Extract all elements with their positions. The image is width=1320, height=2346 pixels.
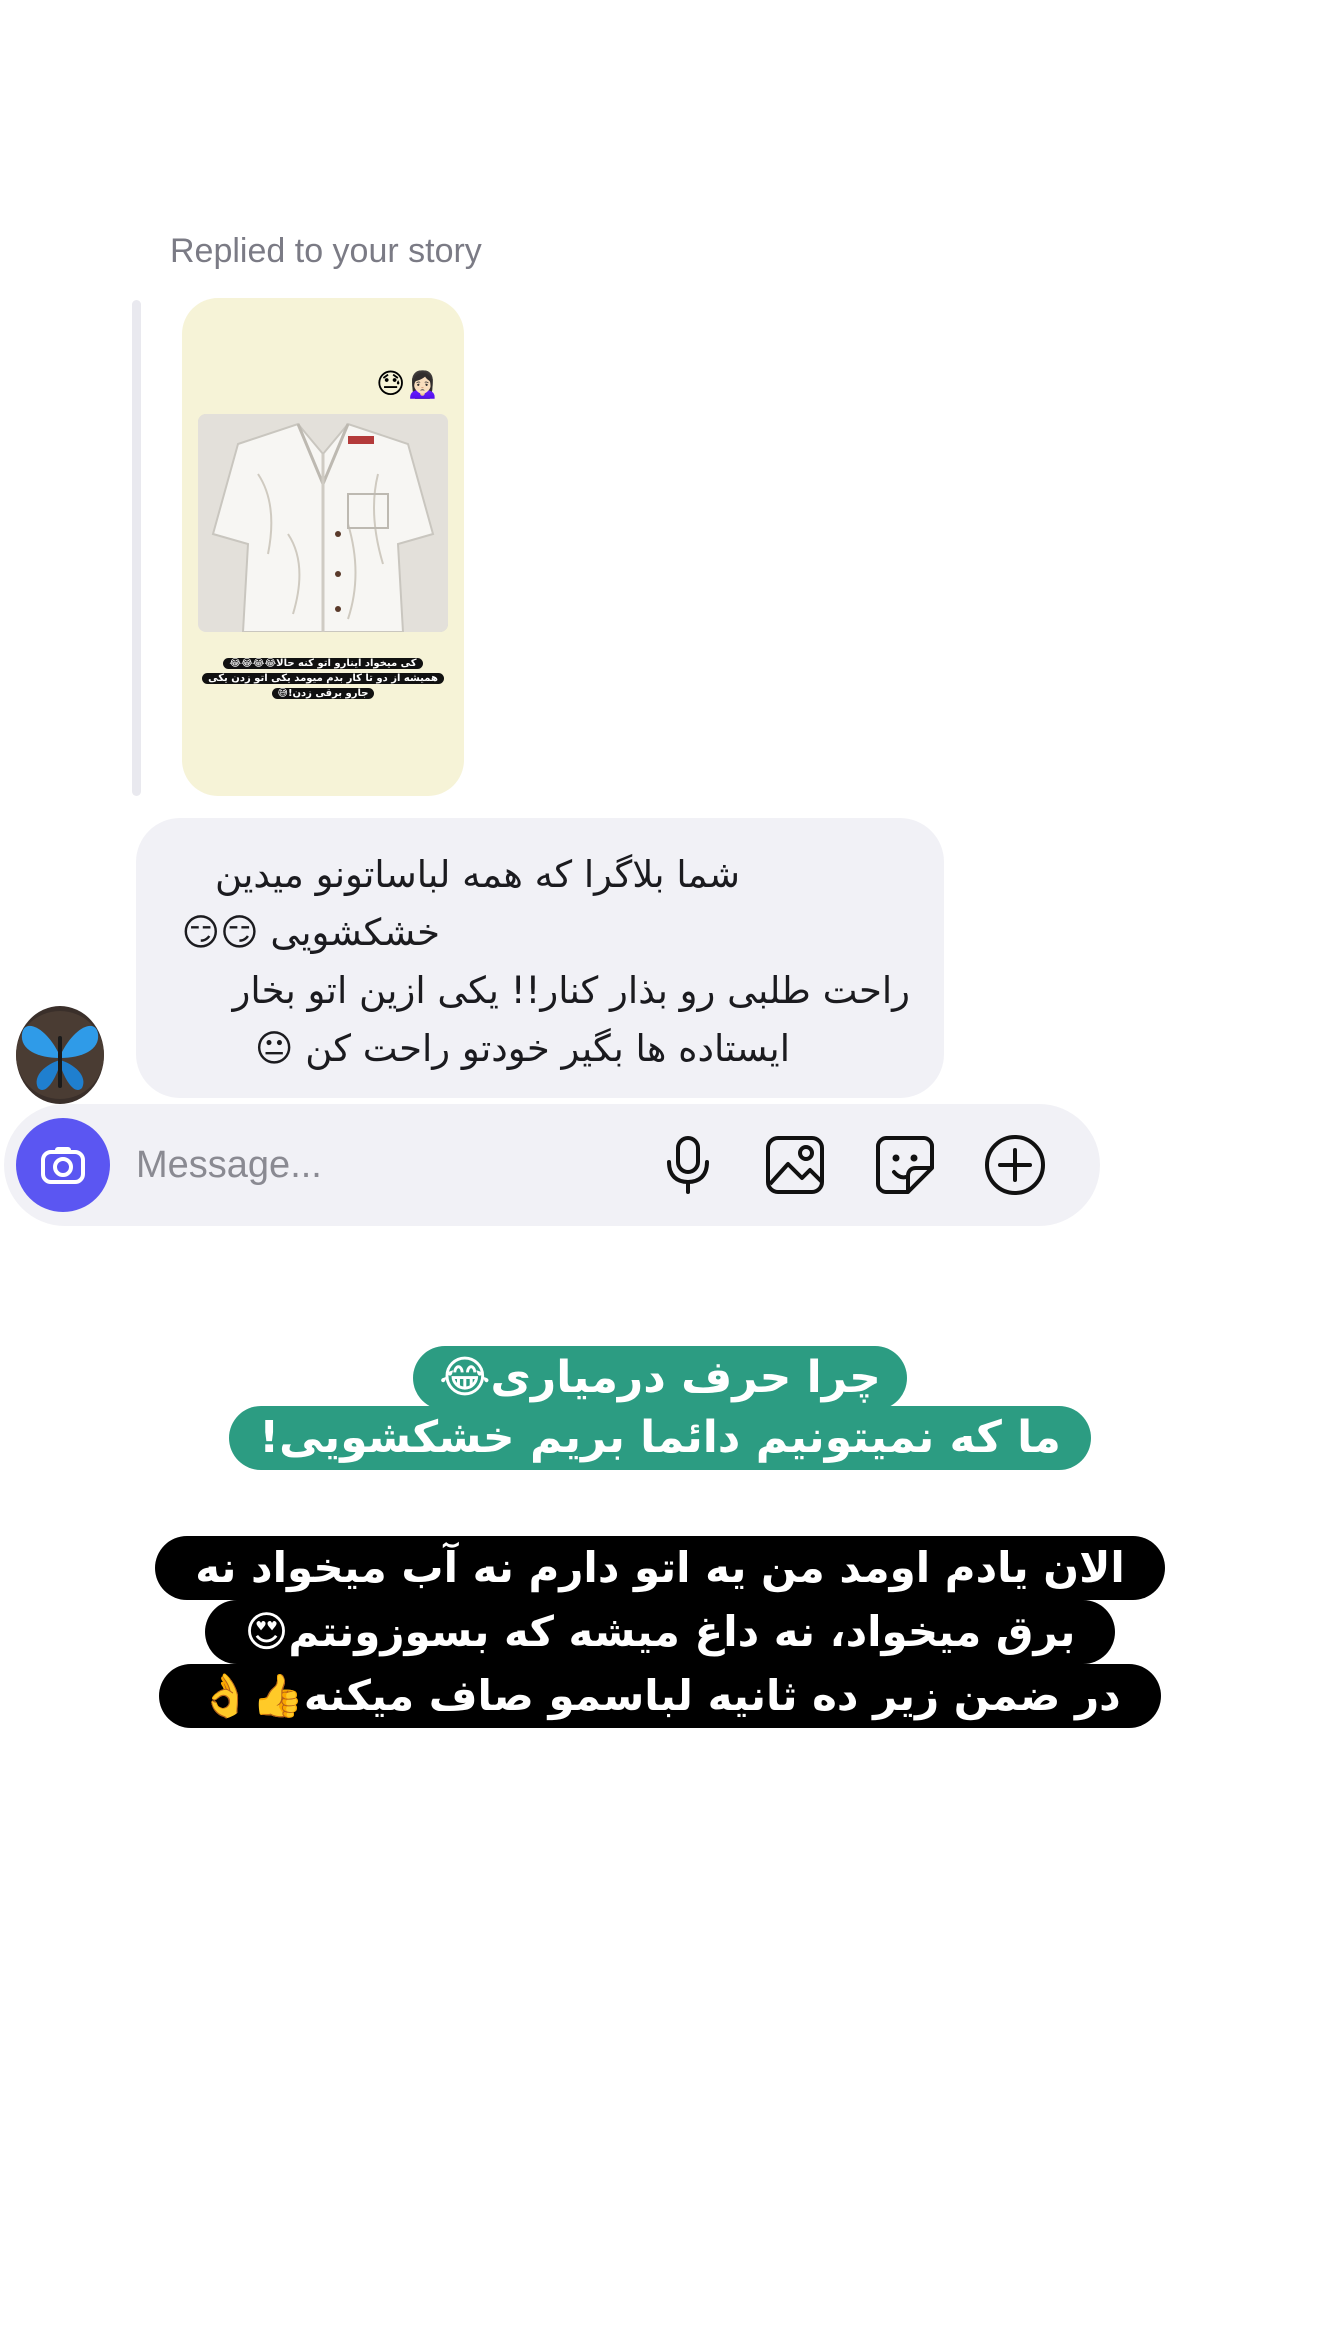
green-overlay-line: ما که نمیتونیم دائما بریم خشکشویی! — [229, 1406, 1091, 1470]
story-text-overlay-green: چرا حرف درمیاری😂 ما که نمیتونیم دائما بر… — [0, 1346, 1320, 1470]
screen: Replied to your story 😓🙍🏻‍♀️ کی میخواد ا… — [0, 0, 1320, 2346]
gallery-icon[interactable] — [762, 1132, 828, 1198]
story-text-overlay-black: الان یادم اومد من یه اتو دارم نه آب میخو… — [0, 1536, 1320, 1728]
sender-avatar[interactable] — [16, 1006, 104, 1104]
plus-icon[interactable] — [982, 1132, 1048, 1198]
message-line: راحت طلبی رو بذار کنار!! یکی ازین اتو بخ… — [232, 969, 910, 1012]
black-overlay-line: در ضمن زیر ده ثانیه لباسمو صاف میکنه👍👌 — [159, 1664, 1161, 1728]
story-caption: کی میخواد اینارو اتو کنه حالا😂😂😂😂 همیشه … — [198, 656, 448, 701]
message-composer — [4, 1104, 1100, 1226]
message-input[interactable] — [134, 1134, 558, 1196]
story-caption-line: همیشه از دو تا کار بدم میومد یکی اتو زدن… — [202, 673, 444, 684]
message-line: شما بلاگرا که همه لباساتونو میدین — [214, 853, 740, 896]
sticker-icon[interactable] — [872, 1132, 938, 1198]
message-bubble[interactable]: شما بلاگرا که همه لباساتونو میدین خشکشوی… — [136, 818, 944, 1098]
story-preview[interactable]: 😓🙍🏻‍♀️ کی میخواد اینارو اتو کنه حالا😂😂😂😂… — [182, 298, 464, 796]
black-overlay-line: برق میخواد، نه داغ میشه که بسوزونتم😍 — [204, 1600, 1116, 1664]
message-line: ایستاده ها بگیر خودتو راحت کن 😐 — [254, 1027, 790, 1070]
message-text: شما بلاگرا که همه لباساتونو میدین خشکشوی… — [170, 846, 910, 1078]
camera-icon — [41, 1147, 85, 1184]
camera-button[interactable] — [16, 1118, 110, 1212]
microphone-icon[interactable] — [655, 1132, 721, 1198]
story-shirt-photo — [198, 414, 448, 632]
story-caption-line: کی میخواد اینارو اتو کنه حالا😂😂😂😂 — [223, 658, 423, 669]
story-emoji: 😓🙍🏻‍♀️ — [375, 367, 440, 400]
green-overlay-line: چرا حرف درمیاری😂 — [413, 1346, 907, 1410]
message-line: خشکشویی 😏😏 — [181, 911, 440, 954]
replied-to-story-label: Replied to your story — [170, 232, 482, 270]
story-caption-line: جارو برقی زدن!😅 — [271, 688, 375, 699]
reply-quote-bar — [132, 300, 141, 796]
black-overlay-line: الان یادم اومد من یه اتو دارم نه آب میخو… — [155, 1536, 1165, 1600]
